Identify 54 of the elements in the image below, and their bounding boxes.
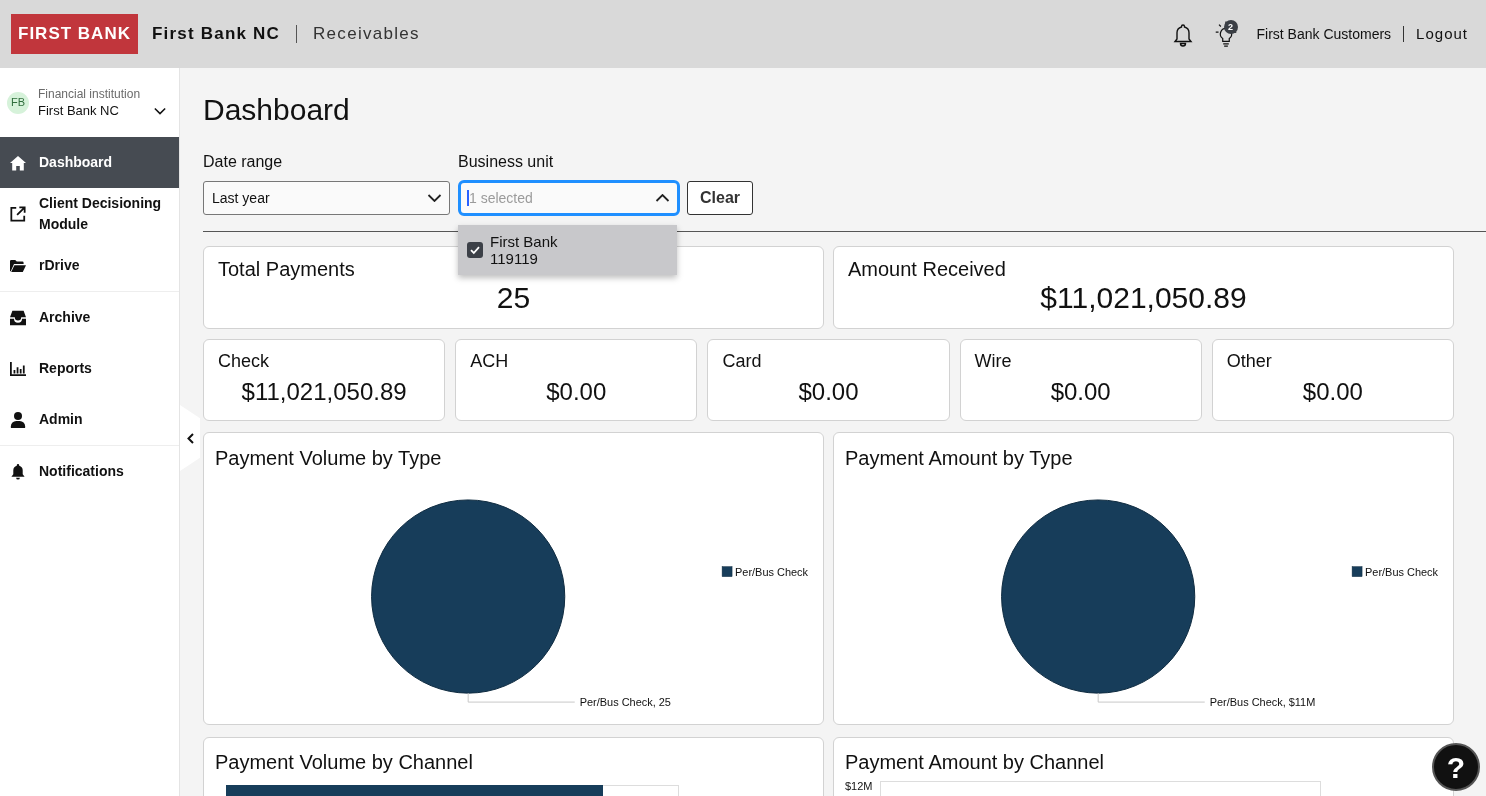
- business-unit-field[interactable]: 1 selected: [458, 180, 680, 216]
- axis-tick-label: $12M: [845, 781, 873, 792]
- chevron-left-icon: [186, 432, 194, 444]
- institution-label: Financial institution: [38, 85, 141, 102]
- card-title: Total Payments: [218, 257, 355, 281]
- card-title: Other: [1226, 350, 1272, 372]
- metric-value: $0.00: [1050, 377, 1111, 407]
- page-title: Dashboard: [203, 92, 350, 128]
- date-range-select[interactable]: Last year: [203, 181, 450, 215]
- checkbox[interactable]: [467, 242, 483, 258]
- field-label: Date range: [203, 152, 283, 172]
- legend-label: Per/Bus Check: [735, 565, 808, 578]
- card-title: Payment Volume by Channel: [215, 750, 473, 774]
- metric-value: $11,021,050.89: [1040, 281, 1247, 315]
- card-title: Wire: [974, 350, 1012, 372]
- product-name: Receivables: [313, 23, 420, 46]
- data-label: Per/Bus Check, $11M: [1209, 696, 1316, 709]
- field-label: Business unit: [458, 152, 554, 172]
- external-link-icon: [10, 206, 26, 222]
- user-icon: [10, 411, 26, 428]
- card-title: Payment Amount by Channel: [845, 750, 1105, 774]
- card-title: Payment Amount by Type: [845, 446, 1073, 470]
- bell-icon: [10, 463, 26, 480]
- institution-name: First Bank NC: [38, 101, 119, 120]
- logout-link[interactable]: Logout: [1416, 22, 1468, 46]
- metric-value: $0.00: [798, 377, 859, 407]
- card-title: Amount Received: [848, 257, 1006, 281]
- tray-icon: [10, 309, 26, 326]
- home-icon: [10, 154, 26, 171]
- card-title: ACH: [470, 350, 509, 372]
- avatar: FB: [7, 91, 29, 114]
- bell-icon[interactable]: [1172, 23, 1193, 47]
- legend-label: Per/Bus Check: [1365, 565, 1438, 578]
- card-title: Card: [722, 350, 762, 372]
- bar-chart-icon: [10, 360, 26, 377]
- card-title: Payment Volume by Type: [215, 446, 442, 470]
- nav-item[interactable]: Dashboard: [0, 137, 179, 188]
- institution-name: First Bank NC: [152, 23, 280, 46]
- notification-badge: 2: [1223, 20, 1238, 34]
- help-button[interactable]: ?: [1432, 743, 1480, 791]
- clear-button[interactable]: Clear: [687, 181, 753, 215]
- business-unit-option[interactable]: First Bank 119119: [458, 233, 677, 267]
- data-label: Per/Bus Check, 25: [579, 696, 671, 709]
- metric-value: $11,021,050.89: [241, 377, 407, 407]
- chevron-down-icon[interactable]: [154, 106, 166, 115]
- metric-value: $0.00: [1302, 377, 1363, 407]
- user-name: First Bank Customers: [1256, 24, 1392, 44]
- folder-icon: [10, 257, 26, 274]
- metric-value: 25: [496, 281, 531, 315]
- metric-value: $0.00: [546, 377, 607, 407]
- card-title: Check: [218, 350, 270, 372]
- text-cursor-icon: [467, 190, 469, 206]
- chevron-down-icon: [427, 194, 442, 202]
- logo: FIRST BANK: [11, 14, 138, 54]
